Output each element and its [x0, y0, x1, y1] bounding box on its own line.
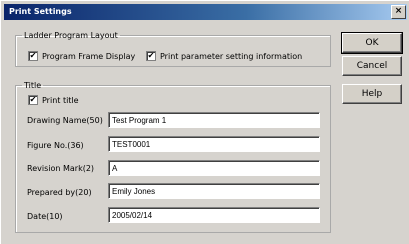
ok-button[interactable]: OK	[341, 32, 403, 54]
print-title-checkbox[interactable]: ✔ Print title	[28, 95, 79, 105]
ladder-program-layout-group: Ladder Program Layout	[15, 31, 331, 67]
revision-mark-label: Revision Mark(2)	[27, 164, 95, 173]
print-parameter-checkbox[interactable]: ✔ Print parameter setting information	[146, 51, 302, 61]
checkmark-icon: ✔	[28, 51, 38, 61]
help-button[interactable]: Help	[342, 84, 402, 104]
figure-no-label: Figure No.(36)	[27, 141, 84, 150]
title-bar[interactable]: Print Settings ×	[4, 4, 407, 20]
window-title: Print Settings	[9, 7, 72, 16]
checkmark-icon: ✔	[146, 51, 156, 61]
revision-mark-input[interactable]: A	[108, 160, 320, 176]
drawing-name-input[interactable]: Test Program 1	[108, 112, 320, 128]
close-icon[interactable]: ×	[391, 5, 406, 19]
checkmark-icon: ✔	[28, 95, 38, 105]
figure-no-input[interactable]: TEST0001	[108, 136, 320, 152]
date-label: Date(10)	[27, 212, 63, 221]
program-frame-display-label: Program Frame Display	[42, 51, 136, 61]
program-frame-display-checkbox[interactable]: ✔ Program Frame Display	[28, 51, 135, 61]
prepared-by-label: Prepared by(20)	[27, 188, 92, 197]
title-legend: Title	[24, 81, 42, 90]
prepared-by-input[interactable]: Emily Jones	[108, 183, 320, 199]
ladder-program-layout-legend: Ladder Program Layout	[24, 31, 118, 40]
drawing-name-label: Drawing Name(50)	[27, 116, 103, 125]
print-title-label: Print title	[42, 95, 79, 105]
print-settings-dialog: Print Settings × Ladder Program Layout ✔…	[0, 0, 409, 244]
cancel-button[interactable]: Cancel	[342, 56, 402, 76]
date-input[interactable]: 2005/02/14	[108, 207, 320, 223]
print-parameter-label: Print parameter setting information	[160, 51, 303, 61]
